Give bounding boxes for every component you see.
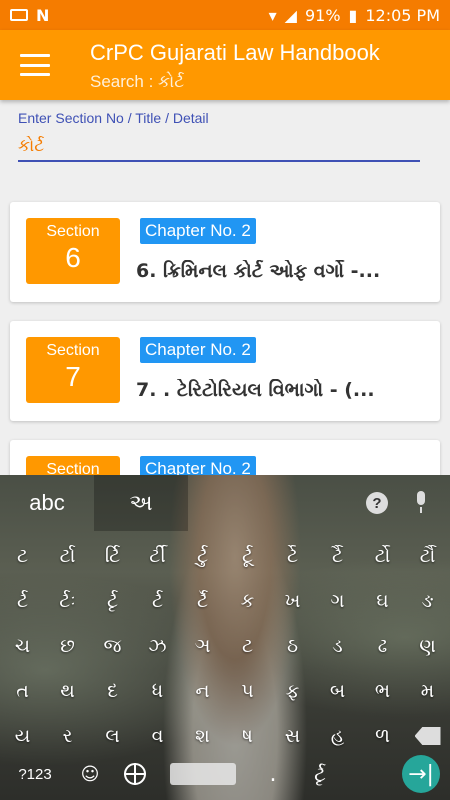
search-label: Enter Section No / Title / Detail bbox=[18, 110, 209, 126]
keyboard-key[interactable]: ત bbox=[0, 666, 45, 716]
keyboard-key[interactable]: ટ bbox=[0, 531, 45, 581]
keyboard-key[interactable]: ર્ટ bbox=[135, 576, 180, 626]
result-card[interactable]: Section 6 Chapter No. 2 6. ક્રિમિનલ કોર્… bbox=[10, 202, 440, 302]
space-key[interactable] bbox=[170, 763, 236, 785]
section-badge: Section 7 bbox=[26, 337, 120, 403]
section-title: 6. ક્રિમિનલ કોર્ટ ઓફ વર્ગો -... bbox=[136, 260, 381, 282]
battery-percent: 91% bbox=[304, 5, 341, 25]
keyboard-key[interactable]: ધ bbox=[135, 666, 180, 716]
keyboard-key[interactable]: છ bbox=[45, 621, 90, 671]
keyboard-key[interactable]: ર્ટૌ bbox=[405, 531, 450, 581]
search-input[interactable] bbox=[18, 132, 420, 162]
keyboard-key[interactable]: ર્ટૈ bbox=[315, 531, 360, 581]
keyboard-key[interactable]: જ bbox=[90, 621, 135, 671]
gujarati-keyboard-tab[interactable]: અ bbox=[94, 475, 188, 531]
keyboard-key[interactable]: ર્ટી bbox=[135, 531, 180, 581]
keyboard-key[interactable]: ર્ટઃ bbox=[45, 576, 90, 626]
keyboard-notification-icon bbox=[10, 9, 28, 21]
keyboard-key[interactable]: ડ bbox=[315, 621, 360, 671]
app-bar: CrPC Gujarati Law Handbook Search : કોર્… bbox=[0, 30, 450, 100]
section-label: Section bbox=[46, 342, 100, 359]
help-icon[interactable]: ? bbox=[366, 492, 388, 514]
keyboard-key[interactable]: ક bbox=[225, 576, 270, 626]
app-title: CrPC Gujarati Law Handbook bbox=[90, 40, 380, 65]
keyboard-key[interactable]: ઝ bbox=[135, 621, 180, 671]
keyboard-key[interactable]: ઘ bbox=[360, 576, 405, 626]
keyboard-key[interactable]: ભ bbox=[360, 666, 405, 716]
emoji-key[interactable]: ☺ bbox=[70, 764, 110, 785]
keyboard-key[interactable]: પ bbox=[225, 666, 270, 716]
keyboard-key[interactable]: ર્ટિ bbox=[90, 531, 135, 581]
keyboard-key[interactable]: બ bbox=[315, 666, 360, 716]
status-bar: N ▾ ◢ 91% ▮ 12:05 PM bbox=[0, 0, 450, 30]
section-label: Section bbox=[46, 223, 100, 240]
keyboard-key[interactable]: થ bbox=[45, 666, 90, 716]
conjunct-key[interactable]: ર્ટૃ bbox=[300, 762, 340, 786]
signal-icon: ◢ bbox=[284, 5, 297, 25]
keyboard-key[interactable]: ટ bbox=[225, 621, 270, 671]
search-field-group: Enter Section No / Title / Detail bbox=[18, 110, 420, 162]
keyboard-row: ટ ર્ટા ર્ટિ ર્ટી ર્ટુ ર્ટૂ ર્ટે ર્ટૈ ર્ટો ર્ટૌ bbox=[0, 531, 450, 581]
keyboard-key[interactable]: ન bbox=[180, 666, 225, 716]
clock: 12:05 PM bbox=[365, 5, 440, 25]
mic-icon[interactable] bbox=[414, 491, 428, 515]
keyboard-key[interactable]: ર્ટો bbox=[360, 531, 405, 581]
keyboard-key[interactable]: ઠ bbox=[270, 621, 315, 671]
latin-keyboard-tab[interactable]: abc bbox=[0, 475, 94, 531]
keyboard-key[interactable]: ર્ટે bbox=[270, 531, 315, 581]
menu-icon[interactable] bbox=[20, 54, 50, 76]
keyboard-key[interactable]: ચ bbox=[0, 621, 45, 671]
search-subtitle: Search : કોર્ટ bbox=[90, 72, 185, 91]
keyboard-toolbar: abc અ ? bbox=[0, 475, 450, 531]
section-title: 7. . ટેરિટોરિયલ વિભાગો - (... bbox=[136, 379, 375, 401]
keyboard-key[interactable]: દ bbox=[90, 666, 135, 716]
keyboard-key[interactable]: ઙ bbox=[405, 576, 450, 626]
keyboard-key[interactable]: ર્ટૃ bbox=[90, 576, 135, 626]
keyboard-key[interactable]: ફ bbox=[270, 666, 315, 716]
keyboard-key[interactable]: ર્ટ bbox=[0, 576, 45, 626]
keyboard-row: તથદધનપફબભમ bbox=[0, 666, 450, 716]
battery-icon: ▮ bbox=[348, 5, 358, 25]
keyboard-key[interactable]: ર્ટૅ bbox=[180, 576, 225, 626]
keyboard-key[interactable]: મ bbox=[405, 666, 450, 716]
keyboard-key[interactable]: ઞ bbox=[180, 621, 225, 671]
chapter-badge: Chapter No. 2 bbox=[140, 337, 256, 363]
wifi-icon: ▾ bbox=[268, 5, 277, 25]
chapter-badge: Chapter No. 2 bbox=[140, 218, 256, 244]
keyboard-key[interactable]: ર્ટૂ bbox=[225, 531, 270, 581]
keyboard-key[interactable]: ગ bbox=[315, 576, 360, 626]
keyboard-key[interactable]: ર્ટા bbox=[45, 531, 90, 581]
section-number: 6 bbox=[65, 242, 81, 273]
globe-icon[interactable] bbox=[110, 763, 160, 785]
keyboard-row: ર્ટ ર્ટઃ ર્ટૃ ર્ટ ર્ટૅ ક ખ ગ ઘ ઙ bbox=[0, 576, 450, 626]
result-card[interactable]: Section 7 Chapter No. 2 7. . ટેરિટોરિયલ … bbox=[10, 321, 440, 421]
soft-keyboard: abc અ ? ટ ર્ટા ર્ટિ ર્ટી ર્ટુ ર્ટૂ ર્ટે ર્ટૈ ર્ટ… bbox=[0, 475, 450, 800]
section-number: 7 bbox=[65, 361, 81, 392]
keyboard-key[interactable]: ણ bbox=[405, 621, 450, 671]
keyboard-row: ચછજઝઞટઠડઢણ bbox=[0, 621, 450, 671]
keyboard-key[interactable]: ખ bbox=[270, 576, 315, 626]
section-badge: Section 6 bbox=[26, 218, 120, 284]
keyboard-bottom-row: ?123 ☺ . ર્ટૃ →| bbox=[0, 748, 450, 800]
n-notification-icon: N bbox=[36, 5, 50, 25]
enter-key[interactable]: →| bbox=[402, 755, 440, 793]
keyboard-key[interactable]: ર્ટુ bbox=[180, 531, 225, 581]
period-key[interactable]: . bbox=[246, 762, 300, 787]
backspace-icon bbox=[414, 727, 441, 745]
keyboard-key[interactable]: ઢ bbox=[360, 621, 405, 671]
symbols-key[interactable]: ?123 bbox=[0, 766, 70, 783]
